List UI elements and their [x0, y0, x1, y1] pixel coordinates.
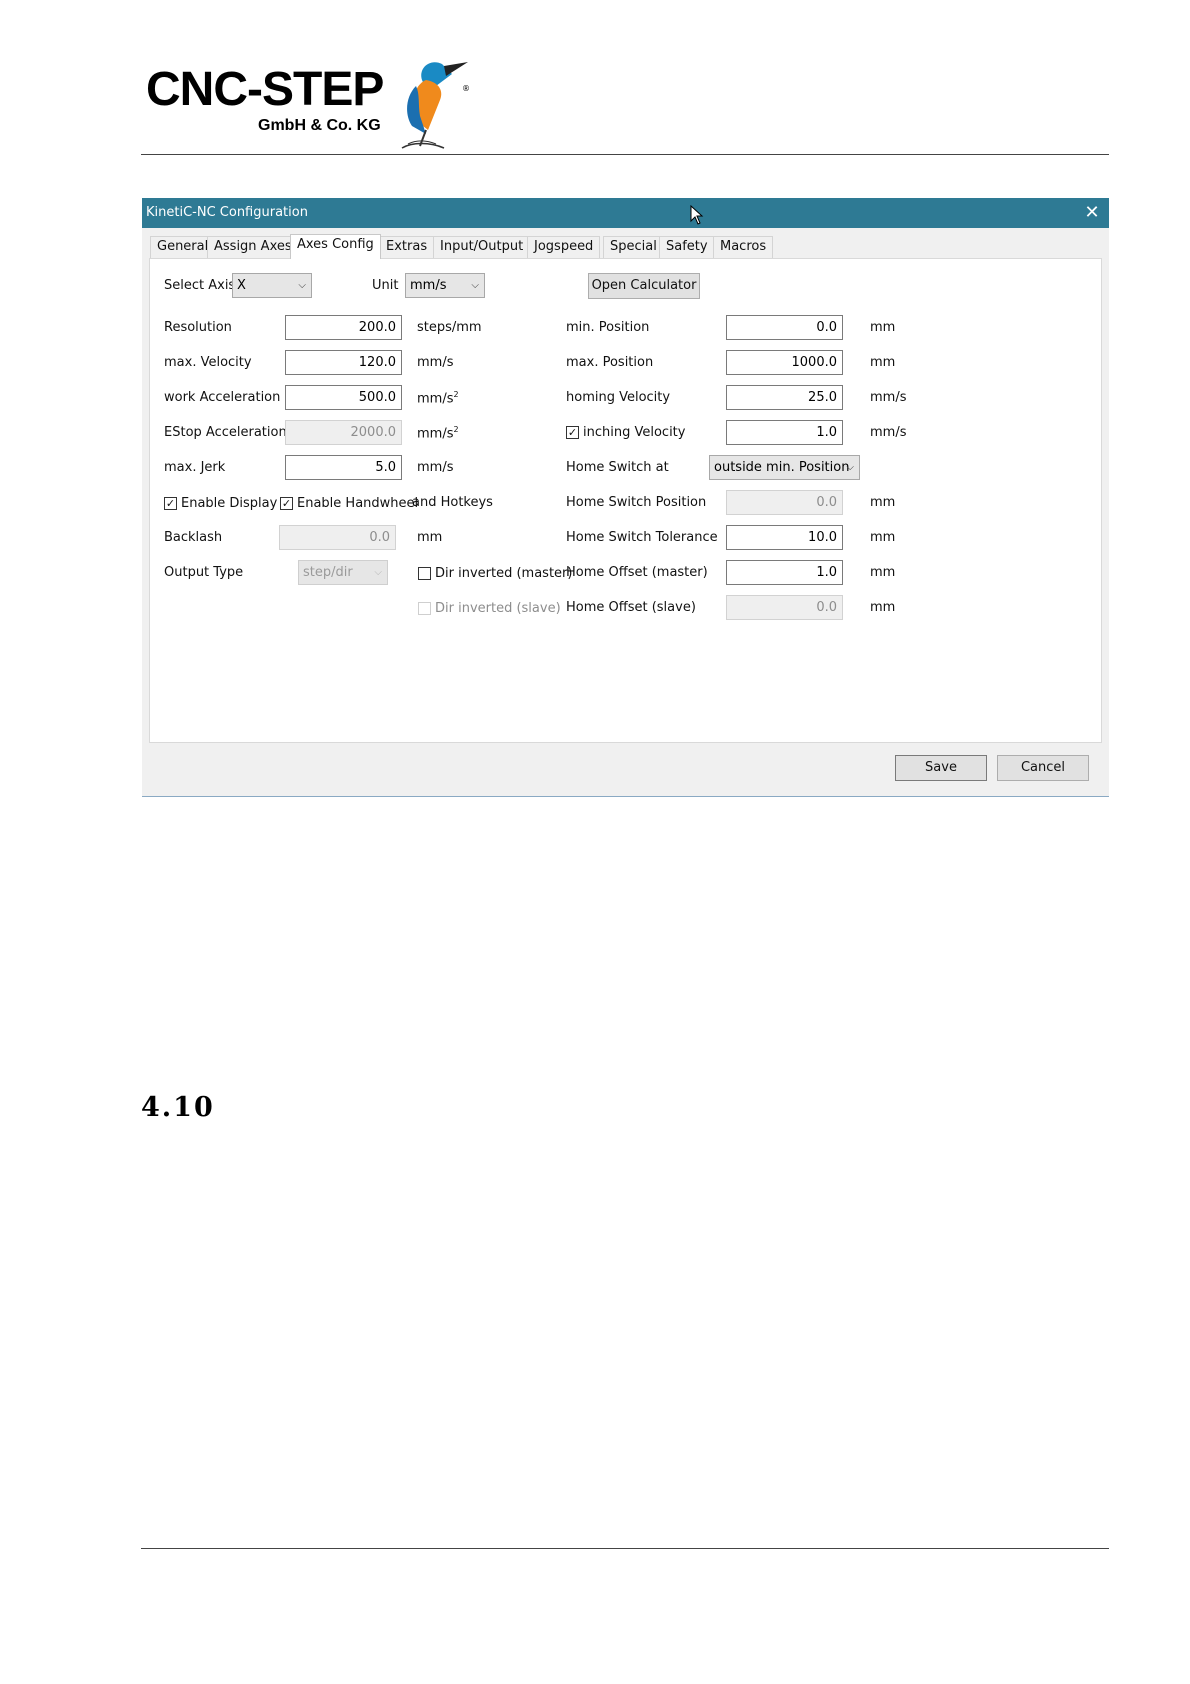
backlash-label: Backlash — [164, 530, 223, 545]
home-offset-master-field[interactable]: 1.0 — [726, 560, 843, 585]
dir-inverted-master-checkbox[interactable] — [418, 567, 431, 580]
tab-extras[interactable]: Extras — [379, 236, 435, 258]
home-switch-at-select[interactable]: outside min. Position ⌵ — [709, 455, 860, 480]
home-switch-at-value: outside min. Position — [714, 460, 850, 475]
tab-macros[interactable]: Macros — [713, 236, 774, 258]
mouse-cursor-icon — [690, 205, 704, 225]
checkmark-icon: ✓ — [567, 426, 578, 439]
max-position-field[interactable]: 1000.0 — [726, 350, 843, 375]
dir-inverted-master-label: Dir inverted (master) — [435, 566, 573, 581]
home-offset-master-unit: mm — [870, 565, 896, 580]
chevron-down-icon: ⌵ — [298, 280, 306, 291]
work-acceleration-field[interactable]: 500.0 — [285, 385, 402, 410]
homing-velocity-label: homing Velocity — [566, 390, 671, 405]
max-position-unit: mm — [870, 355, 896, 370]
inching-velocity-unit: mm/s — [870, 425, 907, 440]
enable-handwheel-checkbox[interactable]: ✓ — [280, 497, 293, 510]
estop-acceleration-label: EStop Acceleration — [164, 425, 287, 440]
home-offset-slave-unit: mm — [870, 600, 896, 615]
max-velocity-field[interactable]: 120.0 — [285, 350, 402, 375]
dialog-title: KinetiC-NC Configuration — [146, 205, 308, 220]
chevron-down-icon: ⌵ — [471, 280, 479, 291]
homing-velocity-field[interactable]: 25.0 — [726, 385, 843, 410]
kingfisher-logo-icon — [401, 62, 468, 149]
max-position-label: max. Position — [566, 355, 654, 370]
open-calculator-button[interactable]: Open Calculator — [588, 273, 700, 299]
min-position-field[interactable]: 0.0 — [726, 315, 843, 340]
axis-select-value: X — [237, 278, 246, 293]
home-switch-tolerance-field[interactable]: 10.0 — [726, 525, 843, 550]
output-type-select: step/dir ⌵ — [298, 560, 388, 585]
home-switch-at-label: Home Switch at — [566, 460, 669, 475]
logo-registered-mark: ® — [462, 84, 470, 93]
chevron-down-icon: ⌵ — [374, 567, 382, 578]
unit-select-value: mm/s — [410, 278, 447, 293]
resolution-unit: steps/mm — [417, 320, 482, 335]
dir-inverted-slave-checkbox — [418, 602, 431, 615]
output-type-value: step/dir — [303, 565, 353, 580]
dir-inverted-slave-label: Dir inverted (slave) — [435, 601, 561, 616]
chevron-down-icon: ⌵ — [846, 462, 854, 473]
tab-input-output[interactable]: Input/Output — [433, 236, 531, 258]
max-jerk-unit: mm/s — [417, 460, 454, 475]
home-switch-tolerance-label: Home Switch Tolerance — [566, 530, 718, 545]
home-offset-slave-field: 0.0 — [726, 595, 843, 620]
footer-rule — [141, 1548, 1109, 1549]
tab-assign-axes[interactable]: Assign Axes — [207, 236, 299, 258]
backlash-unit: mm — [417, 530, 443, 545]
output-type-label: Output Type — [164, 565, 244, 580]
max-jerk-label: max. Jerk — [164, 460, 226, 475]
checkmark-icon: ✓ — [165, 497, 176, 510]
close-icon: ✕ — [1084, 202, 1100, 223]
company-logo: CNC-STEP GmbH & Co. KG ® — [146, 56, 476, 152]
close-button[interactable]: ✕ — [1075, 198, 1109, 228]
select-axis-label: Select Axis — [164, 278, 236, 293]
enable-display-label: Enable Display — [181, 496, 278, 511]
tab-axes-config[interactable]: Axes Config — [290, 234, 381, 259]
home-switch-tolerance-unit: mm — [870, 530, 896, 545]
inching-velocity-checkbox[interactable]: ✓ — [566, 426, 579, 439]
tab-jogspeed[interactable]: Jogspeed — [527, 236, 601, 258]
dialog-titlebar[interactable]: KinetiC-NC Configuration ✕ — [142, 198, 1109, 228]
work-acceleration-label: work Acceleration — [164, 390, 281, 405]
and-hotkeys-label: and Hotkeys — [412, 495, 493, 510]
axis-select[interactable]: X ⌵ — [232, 273, 312, 298]
configuration-dialog: KinetiC-NC Configuration ✕ General Assig… — [142, 198, 1109, 797]
home-switch-position-label: Home Switch Position — [566, 495, 707, 510]
resolution-field[interactable]: 200.0 — [285, 315, 402, 340]
max-velocity-unit: mm/s — [417, 355, 454, 370]
estop-acceleration-field: 2000.0 — [285, 420, 402, 445]
max-jerk-field[interactable]: 5.0 — [285, 455, 402, 480]
logo-subtitle: GmbH & Co. KG — [258, 117, 381, 134]
tab-special[interactable]: Special — [603, 236, 664, 258]
estop-acceleration-unit: mm/s2 — [417, 425, 459, 442]
work-acceleration-unit: mm/s2 — [417, 390, 459, 407]
header-rule — [141, 154, 1109, 155]
resolution-label: Resolution — [164, 320, 232, 335]
save-button[interactable]: Save — [895, 755, 987, 781]
homing-velocity-unit: mm/s — [870, 390, 907, 405]
max-velocity-label: max. Velocity — [164, 355, 252, 370]
min-position-label: min. Position — [566, 320, 650, 335]
inching-velocity-field[interactable]: 1.0 — [726, 420, 843, 445]
cancel-button[interactable]: Cancel — [997, 755, 1089, 781]
logo-name: CNC-STEP — [146, 63, 384, 116]
backlash-field: 0.0 — [279, 525, 396, 550]
enable-display-checkbox[interactable]: ✓ — [164, 497, 177, 510]
tab-safety[interactable]: Safety — [659, 236, 715, 258]
tab-general[interactable]: General — [150, 236, 216, 258]
inching-velocity-label: inching Velocity — [583, 425, 686, 440]
enable-handwheel-label: Enable Handwheel — [297, 496, 419, 511]
home-offset-master-label: Home Offset (master) — [566, 565, 708, 580]
home-switch-position-field: 0.0 — [726, 490, 843, 515]
min-position-unit: mm — [870, 320, 896, 335]
home-switch-position-unit: mm — [870, 495, 896, 510]
checkmark-icon: ✓ — [281, 497, 292, 510]
unit-label: Unit — [372, 278, 399, 293]
unit-select[interactable]: mm/s ⌵ — [405, 273, 485, 298]
home-offset-slave-label: Home Offset (slave) — [566, 600, 696, 615]
section-heading: 4.10 — [141, 1092, 215, 1123]
axes-config-panel: Select Axis X ⌵ Unit mm/s ⌵ Open Calcula… — [149, 258, 1102, 743]
